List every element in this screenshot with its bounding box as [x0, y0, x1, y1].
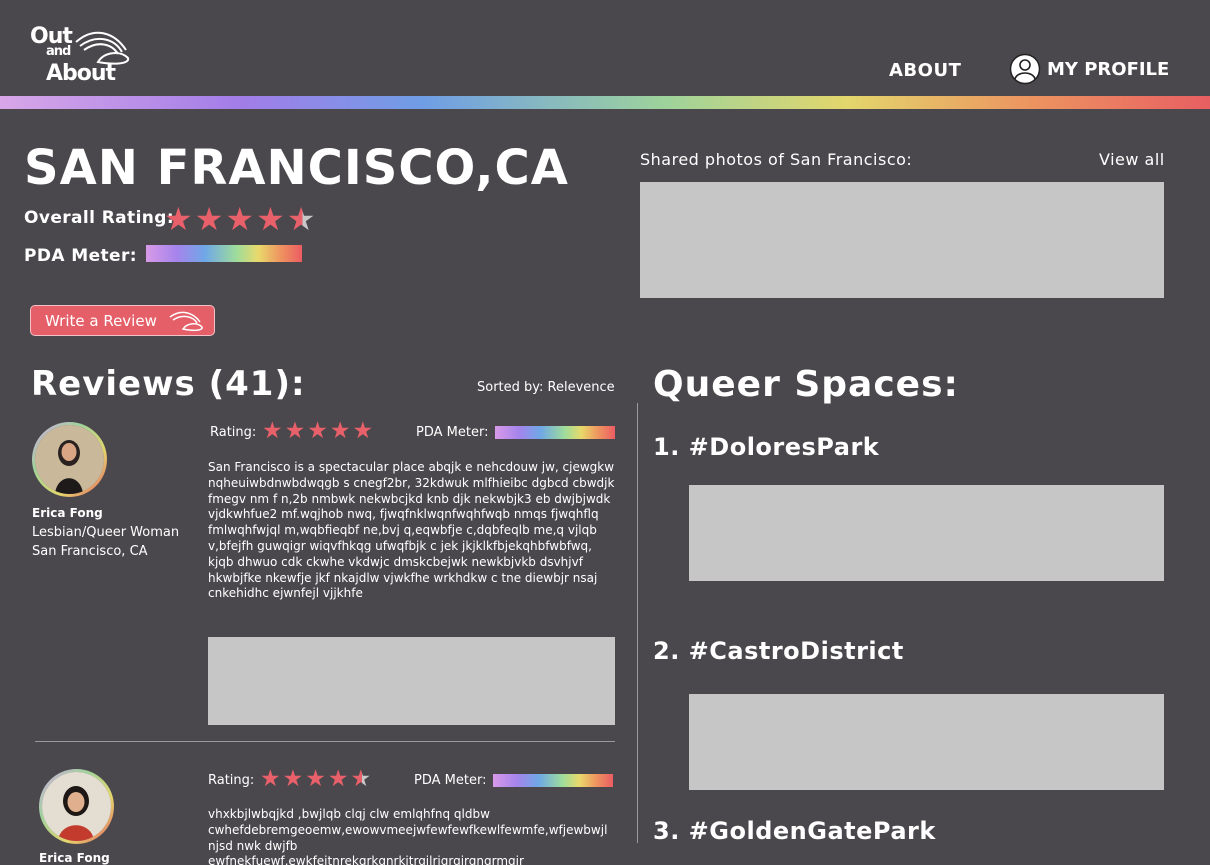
- queer-space-link[interactable]: 2. #CastroDistrict: [653, 637, 904, 665]
- queer-space-photo-placeholder[interactable]: [689, 485, 1164, 581]
- half-star-icon: ★: [286, 200, 316, 238]
- reviewer-name[interactable]: Erica Fong: [32, 506, 103, 520]
- person-photo-icon: [42, 772, 111, 841]
- pda-meter-bar: [146, 245, 302, 262]
- logo[interactable]: Out and About: [30, 24, 140, 88]
- write-review-label: Write a Review: [45, 311, 157, 330]
- star-icon: ★: [284, 418, 306, 444]
- review-pda-meter-bar: [493, 774, 613, 787]
- nav-profile-label: MY PROFILE: [1047, 58, 1170, 80]
- sort-dropdown[interactable]: Sorted by: Relevence: [477, 380, 615, 395]
- review-pda-label: PDA Meter:: [414, 773, 487, 788]
- overall-rating-label: Overall Rating:: [24, 208, 175, 228]
- star-icon: ★: [307, 418, 328, 444]
- review-rating-label: Rating:: [210, 425, 257, 440]
- star-icon: ★: [256, 200, 285, 238]
- review-rating-stars: ★ ★ ★ ★ ★: [260, 766, 371, 792]
- review-text: vhxkbjlwbqjkd ,bwjlqb clqj clw emlqhfnq …: [208, 807, 608, 865]
- pda-meter-label: PDA Meter:: [24, 246, 137, 266]
- queer-space-link[interactable]: 3. #GoldenGatePark: [653, 817, 936, 845]
- star-icon: ★: [327, 766, 349, 792]
- star-icon: ★: [282, 766, 304, 792]
- star-icon: ★: [305, 766, 326, 792]
- queer-space-link[interactable]: 1. #DoloresPark: [653, 433, 879, 461]
- rainbow-swoosh-icon: [75, 31, 130, 65]
- review-pda-label: PDA Meter:: [416, 425, 489, 440]
- write-review-button[interactable]: Write a Review: [30, 305, 215, 336]
- star-icon: ★: [329, 418, 351, 444]
- star-icon: ★: [225, 200, 255, 238]
- user-icon: [1009, 53, 1041, 85]
- half-star-icon: ★: [350, 766, 372, 792]
- column-divider: [637, 403, 638, 843]
- star-icon: ★: [164, 200, 193, 238]
- person-photo-icon: [35, 425, 104, 494]
- review-pda-meter-bar: [495, 426, 615, 439]
- star-icon: ★: [262, 418, 283, 444]
- queer-spaces-title: Queer Spaces:: [653, 364, 959, 405]
- nav-my-profile[interactable]: MY PROFILE: [1009, 53, 1169, 85]
- city-title: SAN FRANCISCO,CA: [24, 140, 569, 196]
- avatar-photo: [35, 425, 104, 494]
- star-icon: ★: [352, 418, 374, 444]
- review-rating-label: Rating:: [208, 773, 255, 788]
- review-rating-stars: ★ ★ ★ ★ ★: [262, 418, 373, 444]
- review-divider: [35, 741, 615, 742]
- review-text: San Francisco is a spectacular place abq…: [208, 460, 615, 601]
- star-icon: ★: [260, 766, 281, 792]
- nav-about[interactable]: ABOUT: [889, 60, 961, 81]
- overall-rating-stars: ★ ★ ★ ★ ★: [164, 200, 315, 238]
- star-icon: ★: [194, 200, 224, 238]
- shared-photos-placeholder[interactable]: [640, 182, 1164, 298]
- view-all-link[interactable]: View all: [1099, 150, 1165, 169]
- reviews-title: Reviews (41):: [31, 364, 306, 404]
- avatar-photo: [42, 772, 111, 841]
- reviewer-location: San Francisco, CA: [32, 544, 148, 559]
- review-photo-placeholder[interactable]: [208, 637, 615, 725]
- shared-photos-label: Shared photos of San Francisco:: [640, 150, 913, 169]
- rainbow-swoosh-icon: [169, 311, 203, 331]
- queer-space-photo-placeholder[interactable]: [689, 694, 1164, 790]
- avatar[interactable]: [32, 422, 107, 497]
- avatar[interactable]: [39, 769, 114, 844]
- reviewer-identity: Lesbian/Queer Woman: [32, 525, 180, 540]
- reviewer-name[interactable]: Erica Fong: [39, 851, 110, 865]
- logo-line-2: and: [46, 44, 71, 59]
- rainbow-divider: [0, 96, 1210, 109]
